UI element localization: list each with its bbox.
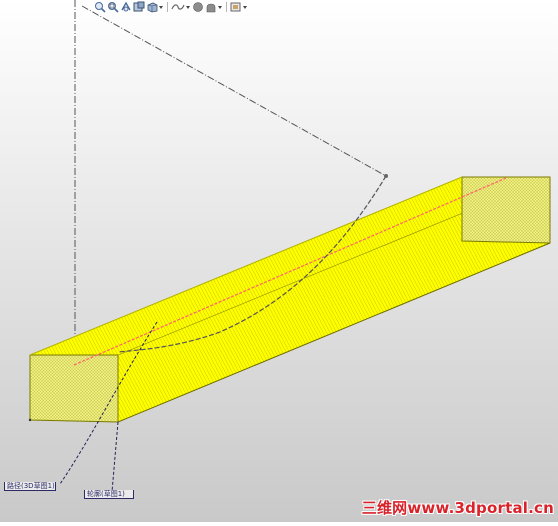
hide-show-items-icon[interactable]	[192, 1, 204, 14]
zoom-to-fit-icon[interactable]	[94, 1, 106, 14]
profile-annotation-tag[interactable]: 轮廓(草图1)	[84, 490, 134, 499]
view-settings-icon[interactable]	[243, 1, 248, 14]
toolbar-separator	[167, 2, 168, 12]
sweep-end-cap[interactable]	[461, 176, 551, 244]
zoom-to-area-icon[interactable]	[107, 1, 119, 14]
edit-appearance-icon[interactable]	[205, 1, 217, 14]
apply-scene-icon[interactable]	[230, 1, 242, 14]
origin-point	[28, 418, 32, 422]
view-orientation-icon[interactable]	[146, 1, 158, 14]
heads-up-view-toolbar	[94, 0, 248, 14]
previous-view-icon[interactable]	[120, 1, 132, 14]
model-view[interactable]	[0, 0, 558, 522]
display-style-icon[interactable]	[171, 1, 185, 14]
path-annotation-tag[interactable]: 路径(3D草图1)	[4, 482, 56, 491]
watermark-chinese: 三维网	[361, 499, 408, 517]
toolbar-separator	[226, 2, 227, 12]
section-view-icon[interactable]	[133, 1, 145, 14]
sweep-start-cap[interactable]	[29, 354, 119, 423]
display-style-dropdown-icon[interactable]	[186, 1, 191, 14]
arc-end-vertex[interactable]	[384, 174, 388, 178]
watermark-logo: 三维网www.3dportal.cn	[362, 497, 554, 518]
watermark-url: www.3dportal.cn	[407, 499, 554, 517]
diagonal-construction-line	[81, 5, 387, 177]
view-orientation-dropdown-icon[interactable]	[159, 1, 164, 14]
graphics-area[interactable]: 路径(3D草图1) 轮廓(草图1) 三维网www.3dportal.cn	[0, 0, 558, 522]
sketch-tag-leader	[111, 421, 119, 493]
edit-appearance-dropdown-icon[interactable]	[218, 1, 223, 14]
